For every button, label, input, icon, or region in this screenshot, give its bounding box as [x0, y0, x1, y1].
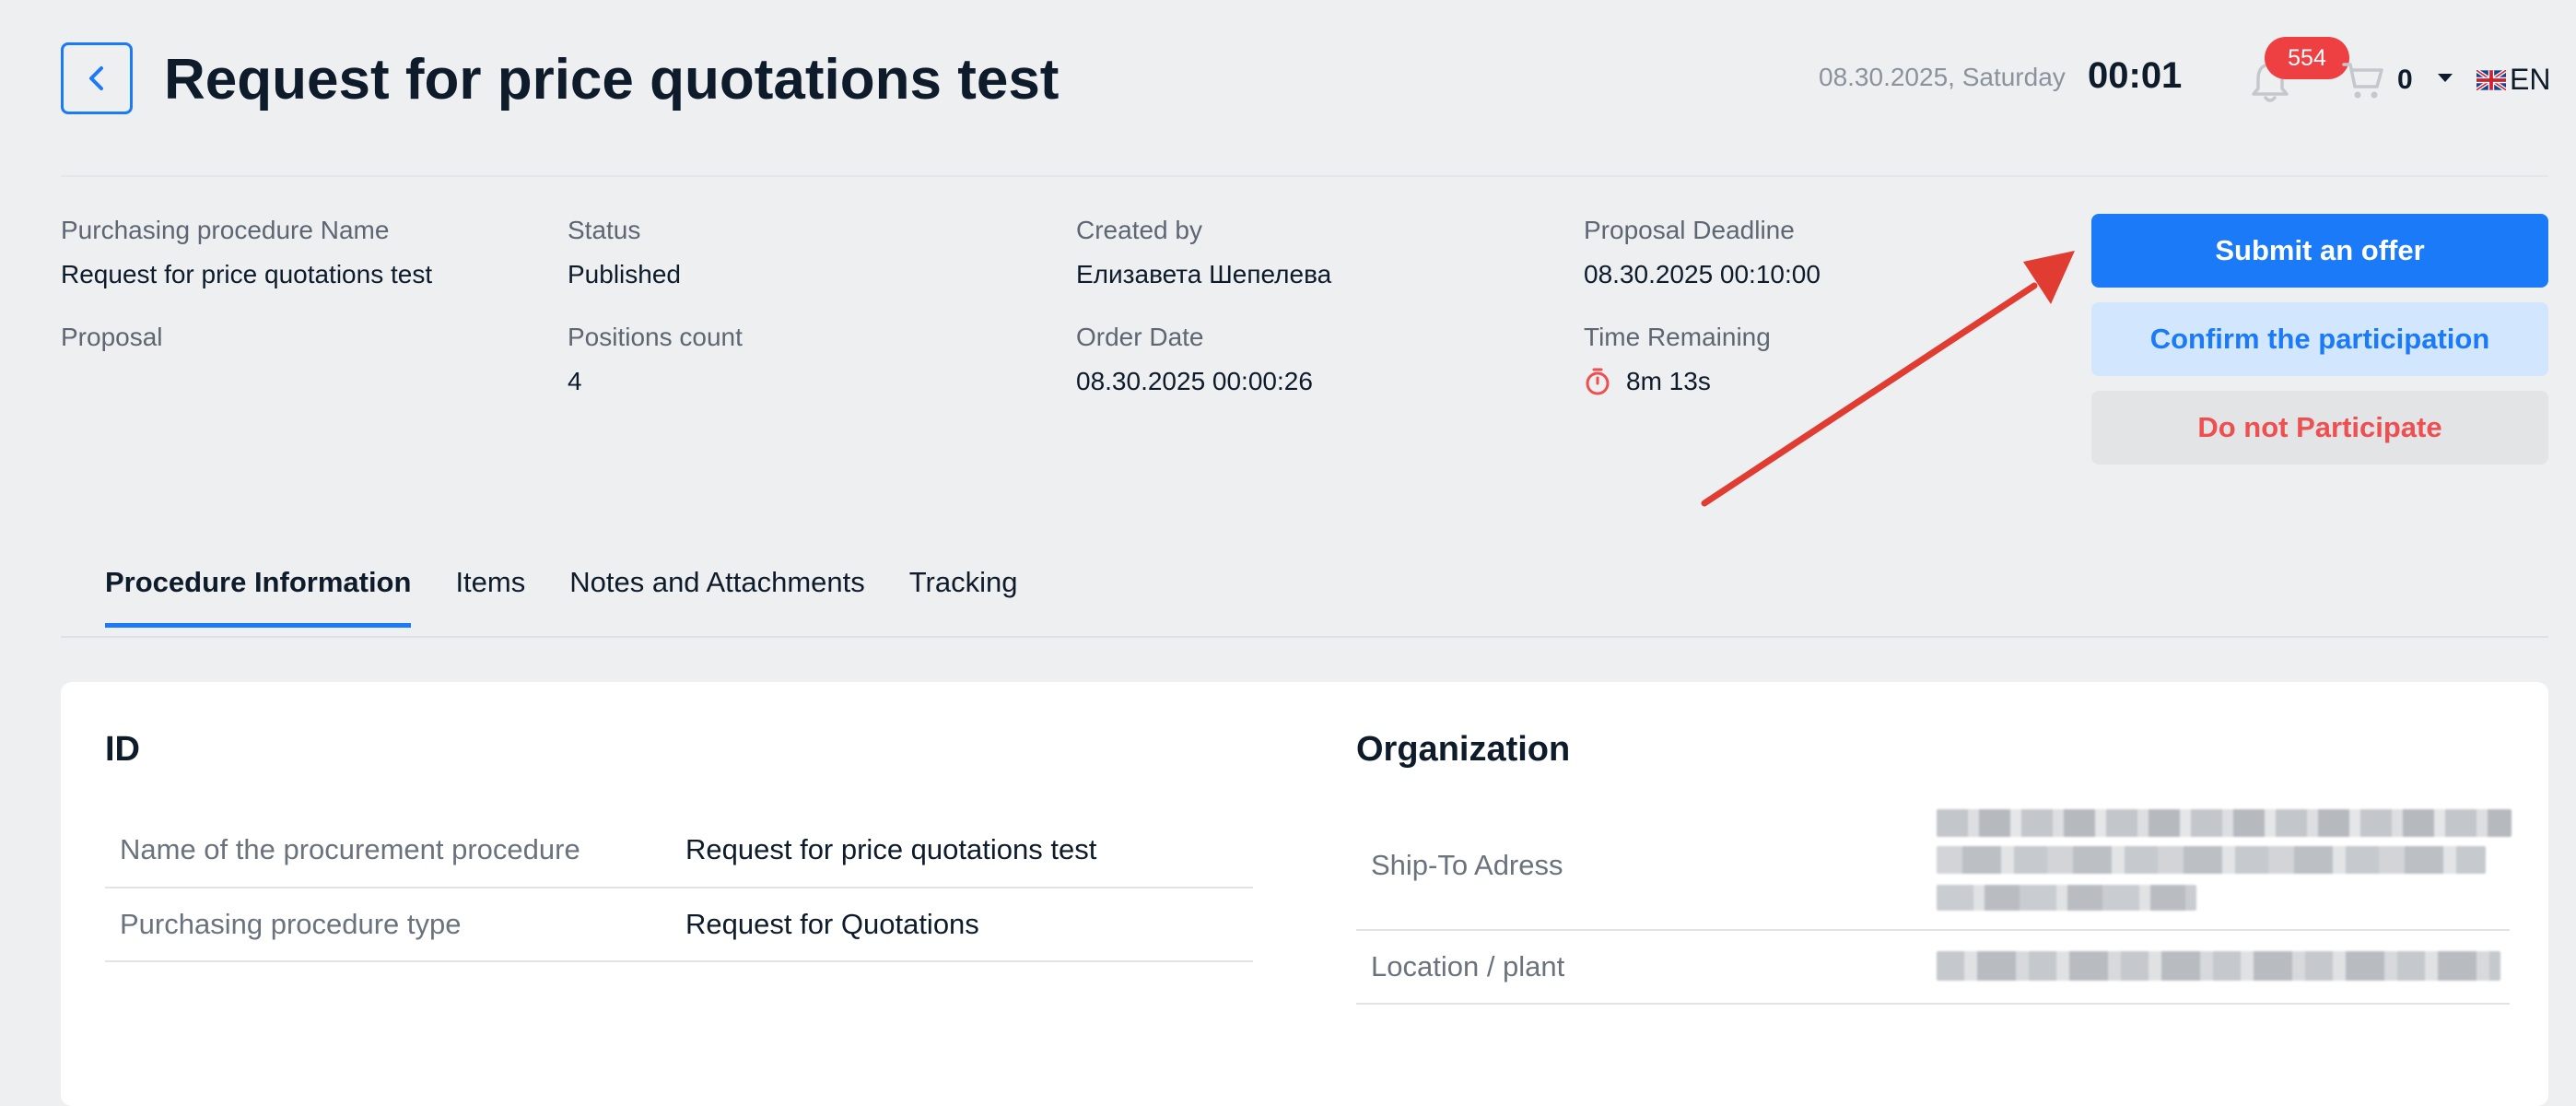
- table-row: Name of the procurement procedure Reques…: [105, 813, 1253, 888]
- table-row: Location / plant: [1356, 931, 2510, 1005]
- proposal-field: Proposal: [61, 321, 163, 354]
- id-section-title: ID: [105, 730, 140, 769]
- order-date-field: Order Date 08.30.2025 00:00:26: [1076, 321, 1313, 398]
- row-label: Location / plant: [1371, 950, 1565, 982]
- procedure-name-value: Request for price quotations test: [61, 260, 433, 288]
- row-value: Request for price quotations test: [685, 833, 1097, 865]
- positions-value: 4: [568, 367, 582, 395]
- chevron-left-icon: [89, 66, 103, 90]
- row-value: Request for Quotations: [685, 908, 979, 940]
- current-time: 00:01: [2088, 55, 2183, 96]
- order-date-value: 08.30.2025 00:00:26: [1076, 367, 1313, 395]
- header-divider: [61, 175, 2548, 177]
- procedure-info-card: ID Name of the procurement procedure Req…: [61, 682, 2548, 1106]
- table-row: Purchasing procedure type Request for Qu…: [105, 888, 1253, 962]
- row-label: Name of the procurement procedure: [120, 833, 580, 865]
- language-selector[interactable]: EN: [2510, 63, 2550, 97]
- notifications-badge: 554: [2265, 37, 2349, 79]
- cart-count: 0: [2397, 65, 2413, 95]
- do-not-participate-button[interactable]: Do not Participate: [2091, 391, 2548, 465]
- status-label: Status: [568, 216, 641, 244]
- created-by-label: Created by: [1076, 216, 1202, 244]
- procedure-name-field: Purchasing procedure Name Request for pr…: [61, 214, 432, 291]
- organization-section-title: Organization: [1356, 730, 1571, 769]
- cart-icon[interactable]: [2340, 57, 2386, 103]
- positions-label: Positions count: [568, 323, 743, 351]
- uk-flag-icon: [2476, 70, 2506, 90]
- time-remaining-field: Time Remaining 8m 13s: [1584, 321, 1771, 398]
- row-label: Purchasing procedure type: [120, 908, 462, 940]
- table-row: Ship-To Adress: [1356, 802, 2512, 931]
- confirm-participation-button[interactable]: Confirm the participation: [2091, 302, 2548, 376]
- deadline-value: 08.30.2025 00:10:00: [1584, 260, 1821, 288]
- cart-dropdown-caret-icon[interactable]: [2438, 74, 2453, 82]
- tab-notes-and-attachments[interactable]: Notes and Attachments: [569, 566, 865, 628]
- created-by-value: Елизавета Шепелева: [1076, 260, 1332, 288]
- proposal-label: Proposal: [61, 323, 163, 351]
- tab-tracking[interactable]: Tracking: [909, 566, 1018, 628]
- order-date-label: Order Date: [1076, 323, 1204, 351]
- tab-bar: Procedure Information Items Notes and At…: [105, 566, 1017, 628]
- status-field: Status Published: [568, 214, 681, 291]
- time-remaining-label: Time Remaining: [1584, 323, 1771, 351]
- tab-items[interactable]: Items: [455, 566, 525, 628]
- current-date: 08.30.2025, Saturday: [1819, 63, 2066, 91]
- created-by-field: Created by Елизавета Шепелева: [1076, 214, 1331, 291]
- redacted-location: [1937, 951, 2500, 981]
- page-title: Request for price quotations test: [164, 48, 1060, 112]
- positions-field: Positions count 4: [568, 321, 743, 398]
- deadline-field: Proposal Deadline 08.30.2025 00:10:00: [1584, 214, 1821, 291]
- tabs-divider: [61, 636, 2548, 638]
- row-label: Ship-To Adress: [1371, 849, 1563, 881]
- stopwatch-icon: [1586, 368, 1610, 395]
- deadline-label: Proposal Deadline: [1584, 216, 1795, 244]
- time-remaining-value: 8m 13s: [1626, 367, 1711, 395]
- back-button[interactable]: [61, 42, 133, 114]
- tab-procedure-information[interactable]: Procedure Information: [105, 566, 412, 628]
- submit-offer-button[interactable]: Submit an offer: [2091, 214, 2548, 288]
- procedure-name-label: Purchasing procedure Name: [61, 216, 390, 244]
- status-value: Published: [568, 260, 681, 288]
